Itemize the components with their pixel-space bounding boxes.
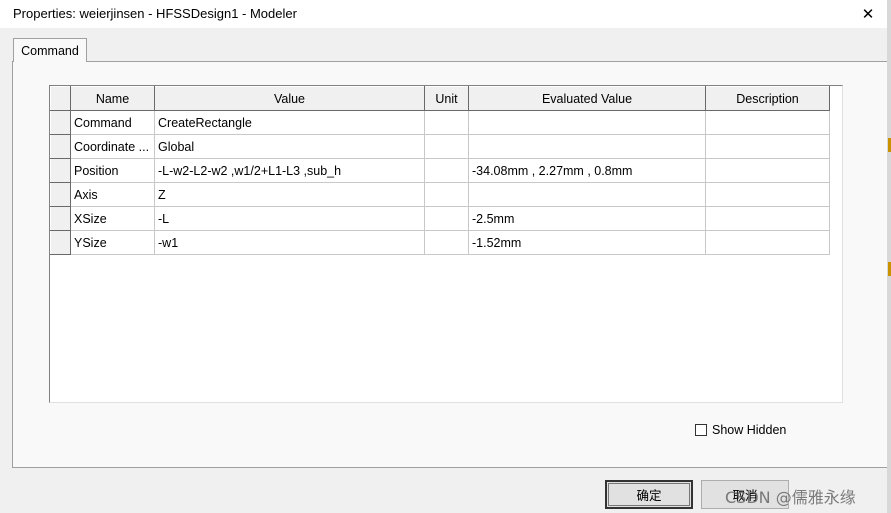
cell-evaluated: -34.08mm , 2.27mm , 0.8mm: [468, 158, 706, 183]
column-header-unit[interactable]: Unit: [424, 86, 469, 111]
show-hidden-option[interactable]: Show Hidden: [695, 423, 786, 437]
cell-value[interactable]: CreateRectangle: [154, 110, 425, 135]
table-row[interactable]: XSize -L -2.5mm: [50, 206, 830, 231]
cell-value[interactable]: -L-w2-L2-w2 ,w1/2+L1-L3 ,sub_h: [154, 158, 425, 183]
cell-description[interactable]: [705, 110, 830, 135]
cell-value[interactable]: Global: [154, 134, 425, 159]
cell-unit[interactable]: [424, 134, 469, 159]
cell-unit[interactable]: [424, 158, 469, 183]
cell-description[interactable]: [705, 206, 830, 231]
cell-name: XSize: [70, 206, 155, 231]
window-title: Properties: weierjinsen - HFSSDesign1 - …: [13, 6, 297, 21]
table-row[interactable]: Command CreateRectangle: [50, 110, 830, 135]
cell-description[interactable]: [705, 230, 830, 255]
cell-evaluated: -1.52mm: [468, 230, 706, 255]
ok-button[interactable]: 确定: [605, 480, 693, 509]
row-header[interactable]: [50, 110, 71, 135]
background-window-edge: [887, 0, 891, 513]
cell-evaluated: [468, 134, 706, 159]
close-icon[interactable]: ✕: [845, 0, 891, 28]
cell-evaluated: [468, 182, 706, 207]
corner-cell[interactable]: [50, 86, 71, 111]
column-header-name[interactable]: Name: [70, 86, 155, 111]
show-hidden-label: Show Hidden: [712, 423, 787, 437]
row-header[interactable]: [50, 182, 71, 207]
table-row[interactable]: Coordinate ... Global: [50, 134, 830, 159]
title-bar[interactable]: Properties: weierjinsen - HFSSDesign1 - …: [0, 0, 891, 28]
tab-label: Command: [21, 43, 79, 58]
cell-unit[interactable]: [424, 230, 469, 255]
properties-window: Properties: weierjinsen - HFSSDesign1 - …: [0, 0, 891, 513]
cell-evaluated: [468, 110, 706, 135]
cell-unit[interactable]: [424, 110, 469, 135]
row-header[interactable]: [50, 206, 71, 231]
header-row: Name Value Unit Evaluated Value Descript…: [50, 86, 830, 111]
watermark: CSDN @儒雅永缘: [725, 488, 856, 507]
cell-unit[interactable]: [424, 206, 469, 231]
table-row[interactable]: YSize -w1 -1.52mm: [50, 230, 830, 255]
cell-value[interactable]: -w1: [154, 230, 425, 255]
cell-name: Position: [70, 158, 155, 183]
row-header[interactable]: [50, 230, 71, 255]
cell-name: Coordinate ...: [70, 134, 155, 159]
properties-table: Name Value Unit Evaluated Value Descript…: [50, 86, 830, 255]
cell-evaluated: -2.5mm: [468, 206, 706, 231]
cell-name: Command: [70, 110, 155, 135]
tab-command[interactable]: Command: [13, 38, 87, 62]
column-header-description[interactable]: Description: [705, 86, 830, 111]
cell-description[interactable]: [705, 134, 830, 159]
column-header-value[interactable]: Value: [154, 86, 425, 111]
table-row[interactable]: Position -L-w2-L2-w2 ,w1/2+L1-L3 ,sub_h …: [50, 158, 830, 183]
properties-grid: Name Value Unit Evaluated Value Descript…: [49, 85, 843, 403]
show-hidden-checkbox[interactable]: [695, 424, 707, 436]
column-header-evaluated-value[interactable]: Evaluated Value: [468, 86, 706, 111]
cell-value[interactable]: Z: [154, 182, 425, 207]
cell-value[interactable]: -L: [154, 206, 425, 231]
row-header[interactable]: [50, 158, 71, 183]
cell-description[interactable]: [705, 158, 830, 183]
cell-unit[interactable]: [424, 182, 469, 207]
cell-name: Axis: [70, 182, 155, 207]
row-header[interactable]: [50, 134, 71, 159]
table-row[interactable]: Axis Z: [50, 182, 830, 207]
cell-name: YSize: [70, 230, 155, 255]
cell-description[interactable]: [705, 182, 830, 207]
